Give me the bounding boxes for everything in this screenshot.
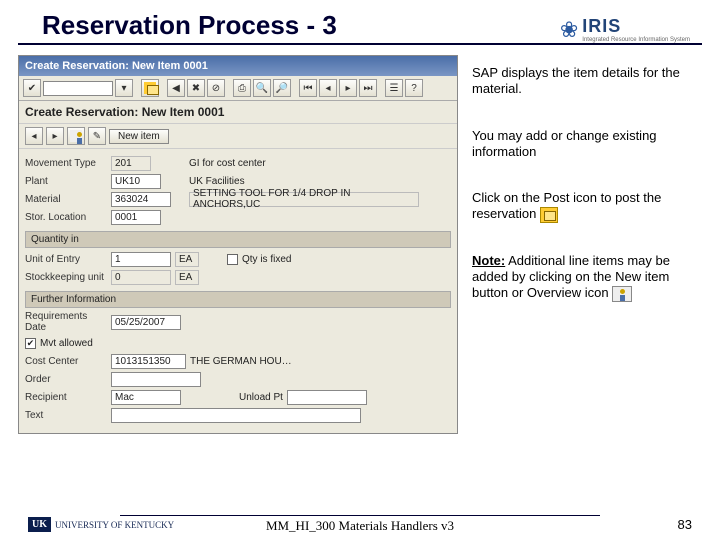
plant-desc: UK Facilities — [189, 176, 245, 187]
sku-unit: EA — [175, 270, 199, 285]
dropdown-icon[interactable]: ▾ — [115, 79, 133, 97]
note-label: Note: — [472, 253, 505, 268]
overview-toolbar-icon[interactable]: ☰ — [385, 79, 403, 97]
sap-screen-title: Create Reservation: New Item 0001 — [19, 101, 457, 123]
command-field[interactable] — [43, 81, 113, 96]
prev-page-icon[interactable]: ◂ — [319, 79, 337, 97]
next-item-icon[interactable]: ▸ — [46, 127, 64, 145]
sku-qty: 0 — [111, 270, 171, 285]
material-field[interactable]: 363024 — [111, 192, 171, 207]
cancel-icon[interactable]: ⊘ — [207, 79, 225, 97]
page-number: 83 — [678, 517, 692, 532]
first-page-icon[interactable]: ⏮ — [299, 79, 317, 97]
instruction-column: SAP displays the item details for the ma… — [472, 55, 694, 434]
material-label: Material — [25, 194, 107, 205]
sap-app-toolbar: ◂ ▸ ✎ New item — [19, 123, 457, 149]
logo-subtitle: Integrated Resource Information System — [582, 37, 690, 43]
back-icon[interactable]: ◀ — [167, 79, 185, 97]
find-icon[interactable]: 🔍 — [253, 79, 271, 97]
storloc-label: Stor. Location — [25, 212, 107, 223]
storloc-field[interactable]: 0001 — [111, 210, 161, 225]
save-post-icon[interactable] — [141, 79, 159, 97]
unload-label: Unload Pt — [239, 392, 283, 403]
uoe-qty-field[interactable]: 1 — [111, 252, 171, 267]
plant-label: Plant — [25, 176, 107, 187]
reqdate-label: Requirements Date — [25, 311, 107, 333]
instruction-1: SAP displays the item details for the ma… — [472, 65, 694, 98]
ok-icon[interactable]: ✔ — [23, 79, 41, 97]
iris-logo: ❀ IRIS Integrated Resource Information S… — [560, 16, 690, 43]
uoe-label: Unit of Entry — [25, 254, 107, 265]
quantity-section-header: Quantity in — [25, 231, 451, 248]
movement-type-value: 201 — [111, 156, 151, 171]
uoe-unit: EA — [175, 252, 199, 267]
sap-window-title: Create Reservation: New Item 0001 — [19, 56, 457, 76]
order-label: Order — [25, 374, 107, 385]
footer-title: MM_HI_300 Materials Handlers v3 — [120, 515, 600, 534]
mvt-allowed-checkbox[interactable]: ✔ — [25, 338, 36, 349]
mvt-allowed-label: Mvt allowed — [40, 338, 93, 349]
instruction-note: Note: Additional line items may be added… — [472, 253, 694, 302]
text-label: Text — [25, 410, 107, 421]
instruction-2: You may add or change existing informati… — [472, 128, 694, 161]
sap-form: Movement Type 201 GI for cost center Pla… — [19, 149, 457, 433]
overview-icon[interactable] — [67, 127, 85, 145]
find-next-icon[interactable]: 🔎 — [273, 79, 291, 97]
new-item-button[interactable]: New item — [109, 129, 169, 144]
order-field[interactable] — [111, 372, 201, 387]
edit-icon[interactable]: ✎ — [88, 127, 106, 145]
footer: UK UNIVERSITY OF KENTUCKY MM_HI_300 Mate… — [0, 517, 720, 532]
qty-fixed-checkbox[interactable] — [227, 254, 238, 265]
iris-flower-icon: ❀ — [560, 17, 578, 43]
movement-type-desc: GI for cost center — [189, 158, 266, 169]
recipient-label: Recipient — [25, 392, 107, 403]
plant-field[interactable]: UK10 — [111, 174, 161, 189]
unload-field[interactable] — [287, 390, 367, 405]
post-icon — [540, 207, 558, 223]
uk-mark-icon: UK — [28, 517, 51, 532]
costcenter-label: Cost Center — [25, 356, 107, 367]
last-page-icon[interactable]: ⏭ — [359, 79, 377, 97]
recipient-field[interactable]: Mac — [111, 390, 181, 405]
costcenter-desc: THE GERMAN HOU… — [190, 356, 292, 367]
sap-screenshot: Create Reservation: New Item 0001 ✔ ▾ ◀ … — [18, 55, 458, 434]
exit-icon[interactable]: ✖ — [187, 79, 205, 97]
prev-item-icon[interactable]: ◂ — [25, 127, 43, 145]
overview-inline-icon — [612, 286, 632, 302]
further-info-section-header: Further Information — [25, 291, 451, 308]
reqdate-field[interactable]: 05/25/2007 — [111, 315, 181, 330]
sap-main-toolbar: ✔ ▾ ◀ ✖ ⊘ ⎙ 🔍 🔎 ⏮ ◂ ▸ ⏭ ☰ ? — [19, 76, 457, 101]
print-icon[interactable]: ⎙ — [233, 79, 251, 97]
qty-fixed-label: Qty is fixed — [242, 254, 291, 265]
sku-label: Stockkeeping unit — [25, 272, 107, 283]
next-page-icon[interactable]: ▸ — [339, 79, 357, 97]
text-field[interactable] — [111, 408, 361, 423]
help-icon[interactable]: ? — [405, 79, 423, 97]
material-desc: SETTING TOOL FOR 1/4 DROP IN ANCHORS,UC — [189, 192, 419, 207]
costcenter-field[interactable]: 1013151350 — [111, 354, 186, 369]
instruction-3: Click on the Post icon to post the reser… — [472, 190, 694, 223]
logo-brand: IRIS — [582, 16, 690, 37]
movement-type-label: Movement Type — [25, 158, 107, 169]
